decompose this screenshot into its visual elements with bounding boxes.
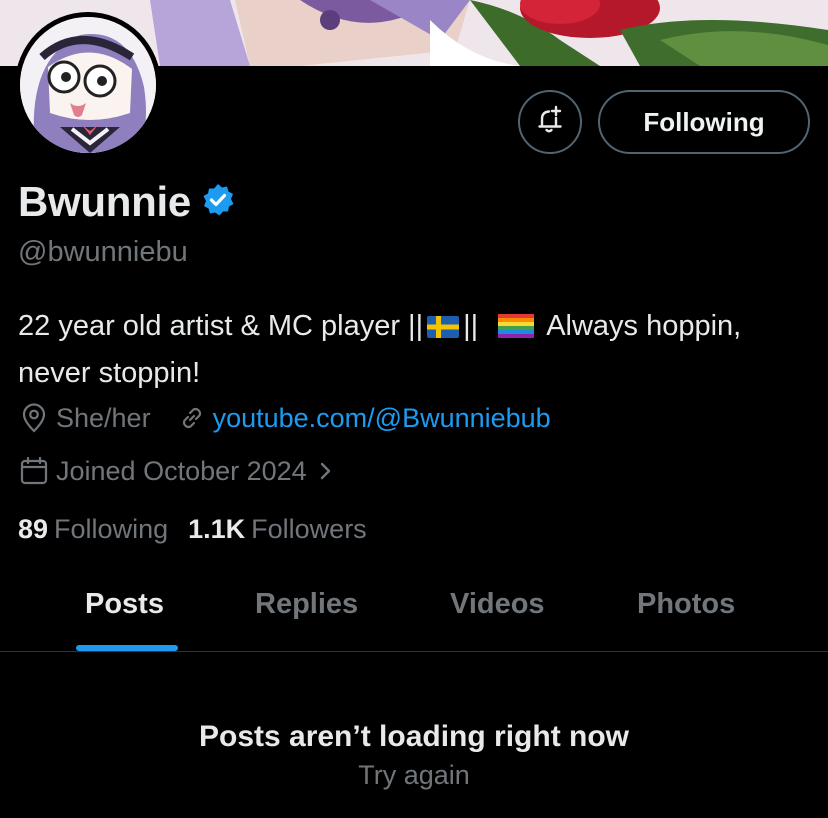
- feed-error-title: Posts aren’t loading right now: [198, 720, 630, 753]
- feed-retry: Try again: [0, 760, 828, 791]
- profile-name-row: Bwunnie: [18, 178, 235, 226]
- calendar-icon: [18, 455, 50, 487]
- tab-videos[interactable]: Videos: [450, 588, 545, 621]
- profile-tabs: Posts Replies Videos Photos: [0, 572, 828, 652]
- location-pin-icon: [18, 402, 50, 434]
- sweden-flag-icon: [427, 307, 460, 351]
- followers-stat-label: Followers: [251, 514, 367, 544]
- joined-row[interactable]: Joined October 2024: [18, 455, 341, 487]
- verified-badge-icon[interactable]: [201, 183, 235, 222]
- following-count: 89: [18, 514, 49, 544]
- try-again-link[interactable]: Try again: [358, 760, 470, 790]
- website-link[interactable]: youtube.com/@Bwunniebub: [213, 403, 551, 434]
- profile-bio: 22 year old artist & MC player || || Alway…: [18, 304, 818, 395]
- link-icon: [177, 403, 207, 433]
- rainbow-flag-icon: [498, 307, 535, 351]
- profile-page: Following Bwunnie @bwunniebu 22 year old…: [0, 0, 828, 818]
- profile-meta-row: She/her youtube.com/@Bwunniebub: [18, 402, 551, 434]
- followers-count: 1.1K: [188, 514, 246, 544]
- tab-photos[interactable]: Photos: [637, 588, 735, 621]
- bio-text-1: 22 year old artist & MC player ||: [18, 310, 424, 342]
- bell-plus-icon: [535, 105, 565, 140]
- bio-separator: ||: [463, 310, 479, 342]
- followers-stat[interactable]: 1.1K Followers: [188, 514, 367, 545]
- bio-line-2: never stoppin!: [18, 357, 201, 389]
- following-button[interactable]: Following: [598, 90, 810, 154]
- chevron-right-icon: [317, 459, 335, 483]
- tab-posts[interactable]: Posts: [85, 588, 164, 621]
- profile-avatar[interactable]: [15, 12, 161, 158]
- following-stat[interactable]: 89 Following: [18, 514, 168, 545]
- avatar-image: [20, 17, 156, 153]
- bio-line-1: 22 year old artist & MC player || || Alway…: [18, 304, 818, 351]
- profile-handle: @bwunniebu: [18, 236, 188, 268]
- bio-text-2: Always hoppin,: [546, 310, 742, 342]
- profile-stats: 89 Following 1.1K Followers: [18, 514, 367, 545]
- following-stat-label: Following: [54, 514, 169, 544]
- notifications-button[interactable]: [518, 90, 582, 154]
- active-tab-indicator: [76, 645, 178, 651]
- tab-replies[interactable]: Replies: [255, 588, 358, 621]
- pronouns: She/her: [56, 402, 151, 433]
- joined-date: Joined October 2024: [56, 455, 307, 486]
- display-name: Bwunnie: [18, 178, 191, 225]
